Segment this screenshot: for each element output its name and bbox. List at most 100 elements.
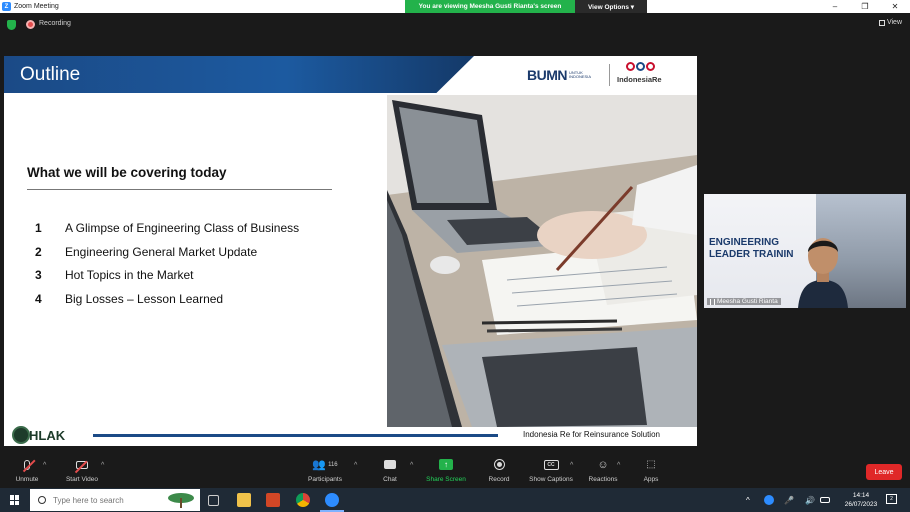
start-video-label: Start Video bbox=[65, 476, 99, 483]
reactions-icon: ☺ bbox=[597, 458, 609, 471]
show-captions-label: Show Captions bbox=[529, 476, 573, 483]
captions-icon: CC bbox=[543, 459, 559, 470]
agenda-number: 2 bbox=[35, 244, 42, 259]
agenda-number: 3 bbox=[35, 268, 42, 282]
audio-options-caret[interactable]: ^ bbox=[43, 462, 46, 469]
laptop-desk-illustration bbox=[387, 95, 697, 427]
chat-icon bbox=[384, 460, 396, 469]
heading-divider bbox=[27, 189, 332, 190]
meeting-topbar: Recording View bbox=[0, 13, 910, 37]
participants-options-caret[interactable]: ^ bbox=[354, 462, 357, 469]
view-label: View bbox=[886, 19, 902, 26]
participants-label: Participants bbox=[308, 476, 342, 483]
recording-icon bbox=[26, 20, 35, 29]
background-title-line1: ENGINEERING bbox=[709, 237, 780, 248]
slide-header: Outline BUMN UNTUK INDONESIA IndonesiaRe bbox=[4, 56, 697, 93]
section-heading: What we will be covering today bbox=[27, 165, 227, 180]
agenda-label: Hot Topics in the Market bbox=[65, 268, 194, 282]
viewing-banner: You are viewing Meesha Gusti Rianta's sc… bbox=[405, 0, 647, 13]
participants-button[interactable]: 👥 116 Participants bbox=[295, 457, 355, 483]
apps-button[interactable]: ⬚ Apps bbox=[621, 457, 681, 483]
windows-taskbar: ^ 🎤 🔊 14:14 26/07/2023 2 bbox=[0, 488, 910, 512]
agenda-label: Big Losses – Lesson Learned bbox=[65, 291, 224, 306]
apps-icon: ⬚ bbox=[646, 459, 656, 470]
participants-icon: 👥 bbox=[312, 459, 327, 471]
record-icon bbox=[493, 459, 505, 470]
speaker-icon[interactable]: 🔊 bbox=[805, 488, 815, 512]
shared-screen-slide: Outline BUMN UNTUK INDONESIA IndonesiaRe… bbox=[4, 56, 697, 446]
participant-video-tile[interactable]: ENGINEERING LEADER TRAININ Meesha Gusti … bbox=[704, 194, 906, 308]
participants-count: 116 bbox=[328, 461, 338, 468]
camera-off-icon bbox=[74, 460, 88, 473]
tray-chevron-icon[interactable]: ^ bbox=[746, 488, 750, 512]
agenda-number: 4 bbox=[35, 291, 42, 306]
record-label: Record bbox=[488, 476, 510, 483]
shield-icon[interactable] bbox=[7, 20, 16, 30]
search-highlight-icon bbox=[168, 493, 194, 508]
record-button[interactable]: Record bbox=[469, 457, 529, 483]
unmute-label: Unmute bbox=[15, 476, 39, 483]
search-icon bbox=[38, 496, 46, 504]
laptop-desk-photo bbox=[387, 95, 697, 427]
bumn-logo: BUMN UNTUK INDONESIA bbox=[527, 67, 591, 83]
taskbar-search-input[interactable] bbox=[53, 495, 163, 505]
notification-count: 2 bbox=[890, 496, 893, 502]
footer-logo-text: HLAK bbox=[29, 428, 66, 443]
slide-title: Outline bbox=[20, 64, 81, 85]
powerpoint-icon[interactable] bbox=[266, 493, 280, 507]
show-captions-button[interactable]: CC Show Captions bbox=[521, 457, 581, 483]
meeting-toolbar: Unmute ^ Start Video ^ 👥 116 Participant… bbox=[0, 452, 910, 488]
microphone-tray-icon[interactable]: 🎤 bbox=[784, 488, 794, 512]
footer-divider bbox=[93, 434, 498, 437]
clock-date: 26/07/2023 bbox=[844, 501, 878, 508]
reactions-options-caret[interactable]: ^ bbox=[617, 462, 620, 469]
video-options-caret[interactable]: ^ bbox=[101, 462, 104, 469]
start-video-button[interactable]: Start Video bbox=[52, 457, 112, 483]
unmute-button[interactable]: Unmute bbox=[0, 457, 57, 483]
chrome-icon[interactable] bbox=[296, 493, 310, 507]
bumn-logo-text: BUMN bbox=[527, 67, 568, 83]
windows-start-icon[interactable] bbox=[10, 495, 20, 505]
microphone-muted-icon bbox=[22, 459, 36, 472]
share-screen-button[interactable]: ↑ Share Screen bbox=[416, 457, 476, 483]
logo-divider bbox=[609, 64, 610, 86]
leave-button[interactable]: Leave bbox=[866, 464, 902, 480]
chat-options-caret[interactable]: ^ bbox=[410, 462, 413, 469]
participant-avatar bbox=[798, 238, 848, 308]
chat-label: Chat bbox=[383, 476, 397, 483]
footer-logo-icon bbox=[12, 426, 30, 444]
agenda-label: A Glimpse of Engineering Class of Busine… bbox=[65, 221, 300, 235]
view-grid-icon bbox=[878, 19, 885, 26]
file-explorer-icon[interactable] bbox=[237, 493, 251, 507]
taskbar-clock[interactable]: 14:14 26/07/2023 bbox=[838, 491, 884, 509]
task-view-icon[interactable] bbox=[208, 495, 219, 506]
ire-logo-text: IndonesiaRe bbox=[617, 75, 662, 84]
agenda-label: Engineering General Market Update bbox=[65, 244, 258, 259]
zoom-window: Z Zoom Meeting – ❐ ✕ You are viewing Mee… bbox=[0, 0, 910, 512]
clock-time: 14:14 bbox=[852, 492, 870, 499]
indonesia-re-logo: IndonesiaRe bbox=[616, 62, 696, 88]
close-button[interactable]: ✕ bbox=[880, 0, 910, 13]
taskbar-search[interactable] bbox=[30, 489, 200, 511]
bumn-logo-sub: UNTUK INDONESIA bbox=[569, 70, 592, 79]
footer-logo: HLAK bbox=[12, 426, 72, 446]
view-options-button[interactable]: View Options ▾ bbox=[575, 0, 647, 13]
recording-label: Recording bbox=[39, 20, 71, 27]
battery-icon[interactable] bbox=[820, 497, 830, 503]
zoom-taskbar-icon[interactable] bbox=[325, 493, 339, 507]
view-button[interactable]: View bbox=[878, 19, 902, 26]
footer-tagline: Indonesia Re for Reinsurance Solution bbox=[523, 430, 660, 439]
participant-name: Meesha Gusti Rianta bbox=[717, 298, 778, 305]
agenda-number: 1 bbox=[35, 221, 42, 235]
apps-label: Apps bbox=[643, 476, 659, 483]
zoom-tray-icon[interactable] bbox=[764, 495, 774, 505]
restore-button[interactable]: ❐ bbox=[850, 0, 880, 13]
chat-button[interactable]: Chat bbox=[360, 457, 420, 483]
share-screen-icon: ↑ bbox=[439, 459, 453, 470]
notification-icon[interactable]: 2 bbox=[886, 494, 897, 504]
window-controls: – ❐ ✕ bbox=[820, 0, 910, 13]
minimize-button[interactable]: – bbox=[820, 0, 850, 13]
share-screen-label: Share Screen bbox=[426, 476, 466, 483]
reactions-label: Reactions bbox=[588, 476, 618, 483]
window-title: Zoom Meeting bbox=[14, 3, 59, 10]
